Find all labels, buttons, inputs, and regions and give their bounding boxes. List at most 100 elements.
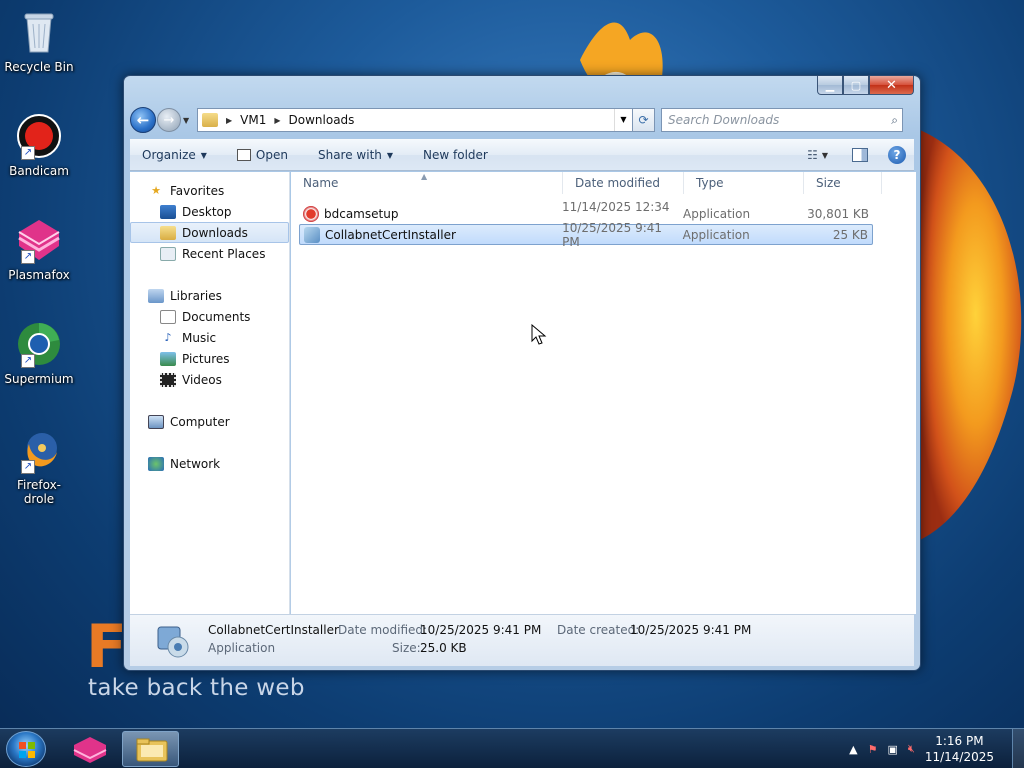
taskbar-plasmafox[interactable] bbox=[66, 731, 114, 767]
nav-favorites[interactable]: ★ Favorites bbox=[130, 180, 289, 201]
desktop-icon-recycle-bin[interactable]: Recycle Bin bbox=[4, 8, 74, 74]
details-date-modified-label: Date modified: bbox=[338, 623, 428, 637]
share-with-button[interactable]: Share with ▼ bbox=[318, 148, 393, 162]
column-label: Date modified bbox=[575, 176, 661, 190]
open-label: Open bbox=[255, 148, 288, 162]
close-icon: ✕ bbox=[886, 77, 897, 93]
installer-large-icon bbox=[157, 626, 189, 658]
address-bar[interactable]: ▶ VM1 ▶ Downloads ▼ bbox=[197, 108, 633, 132]
nav-label: Desktop bbox=[182, 204, 232, 219]
details-file-type: Application bbox=[208, 641, 276, 655]
downloads-folder-icon bbox=[160, 225, 176, 240]
file-type: Application bbox=[683, 206, 751, 221]
share-with-label: Share with bbox=[317, 148, 382, 162]
nav-label: Documents bbox=[182, 309, 251, 324]
nav-pictures[interactable]: Pictures bbox=[130, 348, 289, 369]
new-folder-button[interactable]: New folder bbox=[423, 148, 488, 162]
breadcrumb-separator-icon[interactable]: ▶ bbox=[274, 116, 280, 125]
search-input[interactable]: Search Downloads ⌕ bbox=[661, 108, 903, 132]
windows-explorer-icon bbox=[136, 738, 168, 762]
column-headers: Name ▲ Date modified Type Size bbox=[291, 172, 916, 194]
column-label: Name bbox=[303, 176, 339, 190]
minimize-button[interactable]: ▁ bbox=[817, 76, 843, 95]
nav-recent-places[interactable]: Recent Places bbox=[130, 243, 289, 264]
search-icon[interactable]: ⌕ bbox=[891, 113, 898, 128]
preview-pane-icon[interactable] bbox=[852, 148, 868, 162]
mouse-cursor-icon bbox=[531, 324, 547, 345]
address-dropdown-icon[interactable]: ▼ bbox=[614, 109, 632, 131]
desktop-icon-label: Plasmafox bbox=[8, 268, 70, 282]
file-name: CollabnetCertInstaller bbox=[325, 227, 456, 242]
forward-button[interactable]: → bbox=[157, 108, 181, 132]
breadcrumb-vm1[interactable]: VM1 bbox=[240, 113, 266, 127]
column-name-header[interactable]: Name ▲ bbox=[291, 172, 563, 194]
nav-label: Network bbox=[170, 456, 221, 471]
desktop-icon-supermium[interactable]: ↗ Supermium bbox=[4, 320, 74, 386]
desktop-icon-bandicam[interactable]: ↗ Bandicam bbox=[4, 112, 74, 178]
firefox-icon: ↗ bbox=[15, 426, 63, 474]
shortcut-arrow-icon: ↗ bbox=[21, 354, 35, 368]
file-name: bdcamsetup bbox=[324, 206, 399, 221]
nav-network[interactable]: Network bbox=[130, 453, 289, 474]
nav-documents[interactable]: Documents bbox=[130, 306, 289, 327]
column-label: Type bbox=[696, 176, 724, 190]
volume-muted-icon[interactable]: 🔇︎ bbox=[908, 742, 915, 756]
explorer-window: ▁ ▢ ✕ ← → ▼ ▶ VM1 ▶ Downloads ▼ ⟳ Search… bbox=[123, 75, 921, 671]
clock-date: 11/14/2025 bbox=[924, 750, 994, 764]
action-center-flag-icon[interactable]: ⚑ bbox=[868, 743, 878, 756]
show-hidden-icons-icon[interactable]: ▲ bbox=[849, 743, 857, 756]
nav-label: Computer bbox=[170, 414, 230, 429]
videos-icon bbox=[160, 372, 176, 387]
computer-icon bbox=[148, 414, 164, 429]
nav-label: Downloads bbox=[182, 225, 248, 240]
column-size-header[interactable]: Size bbox=[804, 172, 882, 194]
refresh-button[interactable]: ⟳ bbox=[633, 108, 655, 132]
folder-icon bbox=[202, 113, 218, 127]
view-options-dropdown[interactable]: ▼ bbox=[822, 151, 828, 160]
nav-desktop[interactable]: Desktop bbox=[130, 201, 289, 222]
window-controls: ▁ ▢ ✕ bbox=[817, 76, 914, 95]
organize-button[interactable]: Organize ▼ bbox=[142, 148, 207, 162]
nav-libraries[interactable]: Libraries bbox=[130, 285, 289, 306]
start-button[interactable] bbox=[6, 731, 46, 767]
breadcrumb-downloads[interactable]: Downloads bbox=[289, 113, 355, 127]
file-row-collabnetcertinstaller[interactable]: CollabnetCertInstaller 10/25/2025 9:41 P… bbox=[299, 221, 873, 249]
desktop-icon-label: Recycle Bin bbox=[4, 60, 74, 74]
file-date: 10/25/2025 9:41 PM bbox=[562, 220, 663, 249]
supermium-icon: ↗ bbox=[15, 320, 63, 368]
open-button[interactable]: Open bbox=[236, 148, 288, 162]
nav-label: Libraries bbox=[170, 288, 222, 303]
column-type-header[interactable]: Type bbox=[684, 172, 804, 194]
network-tray-icon[interactable]: ▣ bbox=[887, 743, 897, 756]
recent-pages-dropdown[interactable]: ▼ bbox=[183, 116, 193, 125]
nav-videos[interactable]: Videos bbox=[130, 369, 289, 390]
new-folder-label: New folder bbox=[423, 148, 488, 162]
details-date-modified-value: 10/25/2025 9:41 PM bbox=[420, 623, 542, 637]
music-icon: ♪ bbox=[164, 331, 172, 344]
taskbar-windows-explorer[interactable] bbox=[122, 731, 179, 767]
desktop-icon-label: Bandicam bbox=[9, 164, 69, 178]
desktop-icon-firefox-drole[interactable]: ↗ Firefox-drole bbox=[4, 426, 74, 506]
back-button[interactable]: ← bbox=[130, 107, 156, 133]
help-icon[interactable]: ? bbox=[888, 146, 906, 164]
clock-time: 1:16 PM bbox=[935, 734, 984, 748]
navigation-pane: ★ Favorites Desktop Downloads Recent Pla… bbox=[130, 172, 290, 614]
windows-logo-icon bbox=[19, 742, 35, 758]
clock[interactable]: 1:16 PM 11/14/2025 bbox=[925, 733, 994, 765]
desktop-icon-plasmafox[interactable]: ↗ Plasmafox bbox=[4, 216, 74, 282]
brand-tagline: take back the web bbox=[88, 675, 305, 701]
nav-downloads[interactable]: Downloads bbox=[130, 222, 289, 243]
desktop-icon-label: Supermium bbox=[4, 372, 74, 386]
show-desktop-button[interactable] bbox=[1012, 729, 1024, 768]
file-list-pane: Name ▲ Date modified Type Size bdcamsetu… bbox=[291, 172, 916, 614]
maximize-button[interactable]: ▢ bbox=[843, 76, 869, 95]
breadcrumb-separator-icon[interactable]: ▶ bbox=[226, 116, 232, 125]
nav-music[interactable]: ♪ Music bbox=[130, 327, 289, 348]
pictures-icon bbox=[160, 351, 176, 366]
close-button[interactable]: ✕ bbox=[869, 76, 914, 95]
nav-computer[interactable]: Computer bbox=[130, 411, 289, 432]
open-icon bbox=[236, 149, 251, 161]
column-date-header[interactable]: Date modified bbox=[563, 172, 684, 194]
nav-label: Videos bbox=[182, 372, 222, 387]
change-view-icon[interactable]: ☷ bbox=[807, 148, 818, 162]
